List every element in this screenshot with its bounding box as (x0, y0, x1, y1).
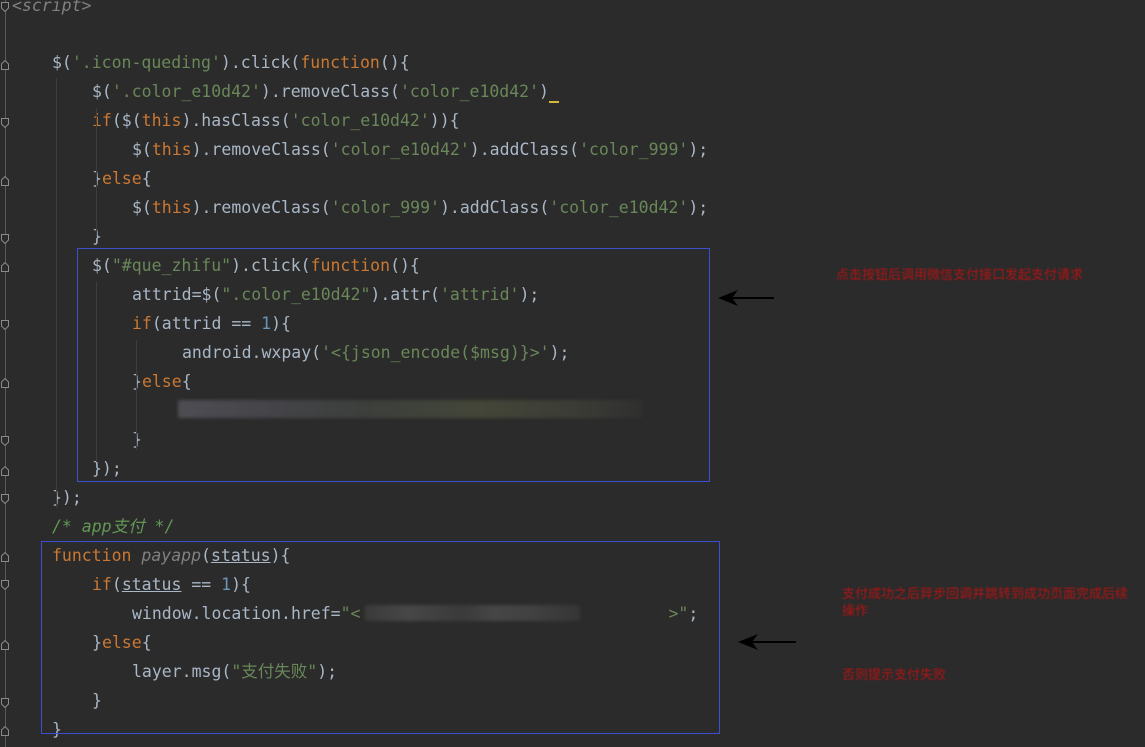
code-token: ).removeClass( (191, 140, 331, 159)
annotation-note: 点击按钮后调用微信支付接口发起支付请求 (836, 268, 1084, 283)
code-token: ).click( (220, 53, 301, 72)
code-token: ).addClass( (439, 198, 550, 217)
fold-guide-line (5, 0, 6, 747)
fold-marker-icon[interactable] (1, 698, 9, 708)
fold-marker-icon[interactable] (1, 436, 9, 446)
indent-guide (136, 340, 137, 450)
fold-marker-icon[interactable] (1, 2, 9, 12)
code-token (548, 82, 559, 103)
fold-marker-icon[interactable] (1, 580, 9, 590)
code-token: (){ (379, 53, 410, 72)
code-token: )){ (429, 111, 460, 130)
code-token: '.icon-queding' (71, 53, 221, 72)
fold-marker-icon[interactable] (1, 466, 9, 476)
code-line: $('.color_e10d42').removeClass('color_e1… (92, 80, 559, 104)
code-token: function (300, 53, 380, 72)
indent-guide (56, 78, 57, 508)
code-token: this (151, 198, 192, 217)
annotation-arrow-left-icon (738, 634, 796, 650)
fold-gutter (0, 0, 10, 747)
fold-marker-icon[interactable] (1, 60, 9, 70)
fold-marker-icon[interactable] (1, 640, 9, 650)
code-token: ).removeClass( (260, 82, 400, 101)
code-token: 'color_999' (579, 140, 689, 159)
code-token: ).addClass( (469, 140, 580, 159)
code-line: $('.icon-queding').click(function(){ (52, 51, 410, 75)
code-token: { (141, 169, 152, 188)
code-token: <script> (12, 0, 92, 15)
code-token: ); (688, 140, 709, 159)
code-token: '.color_e10d42' (111, 82, 261, 101)
code-token: ).hasClass( (181, 111, 291, 130)
fold-marker-icon[interactable] (1, 234, 9, 244)
fold-marker-icon[interactable] (1, 378, 9, 388)
code-token: this (141, 111, 182, 130)
code-token: ) (539, 82, 549, 101)
fold-marker-icon[interactable] (1, 320, 9, 330)
fold-marker-icon[interactable] (1, 176, 9, 186)
code-token: 'color_e10d42' (399, 82, 540, 101)
code-line: <script> (12, 0, 91, 18)
fold-marker-icon[interactable] (1, 494, 9, 504)
code-token: if (92, 111, 112, 130)
annotation-arrow-left-icon (718, 290, 774, 306)
annotation-box-click-handler (77, 248, 710, 482)
indent-guide (96, 282, 97, 462)
code-token: 'color_e10d42' (549, 198, 689, 217)
fold-marker-icon[interactable] (1, 726, 9, 736)
code-token: $( (92, 82, 112, 101)
code-token: else (101, 169, 142, 188)
fold-marker-icon[interactable] (1, 118, 9, 128)
annotation-note: 否则提示支付失败 (842, 668, 947, 683)
fold-marker-icon[interactable] (1, 552, 9, 562)
code-token: /* app支付 */ (52, 517, 175, 536)
code-line: $(this).removeClass('color_999').addClas… (132, 196, 708, 220)
annotation-note: 支付成功之后异步回调并跳转到成功页面完成后续操作 (842, 587, 1129, 619)
code-token: ($( (111, 111, 142, 130)
code-token: ).removeClass( (191, 198, 331, 217)
code-token: ); (688, 198, 709, 217)
code-token: $( (132, 140, 152, 159)
indent-guide (96, 166, 97, 206)
code-line: if($(this).hasClass('color_e10d42')){ (92, 109, 460, 133)
code-line: }else{ (92, 167, 152, 191)
annotation-box-payapp-function (41, 541, 720, 734)
code-token: this (151, 140, 192, 159)
code-token: 'color_999' (330, 198, 440, 217)
code-line: $(this).removeClass('color_e10d42').addC… (132, 138, 708, 162)
code-line: /* app支付 */ (52, 515, 174, 539)
fold-marker-icon[interactable] (1, 262, 9, 272)
code-token: 'color_e10d42' (330, 140, 470, 159)
code-token: $( (132, 198, 152, 217)
code-token: 'color_e10d42' (290, 111, 430, 130)
code-token: $( (52, 53, 72, 72)
